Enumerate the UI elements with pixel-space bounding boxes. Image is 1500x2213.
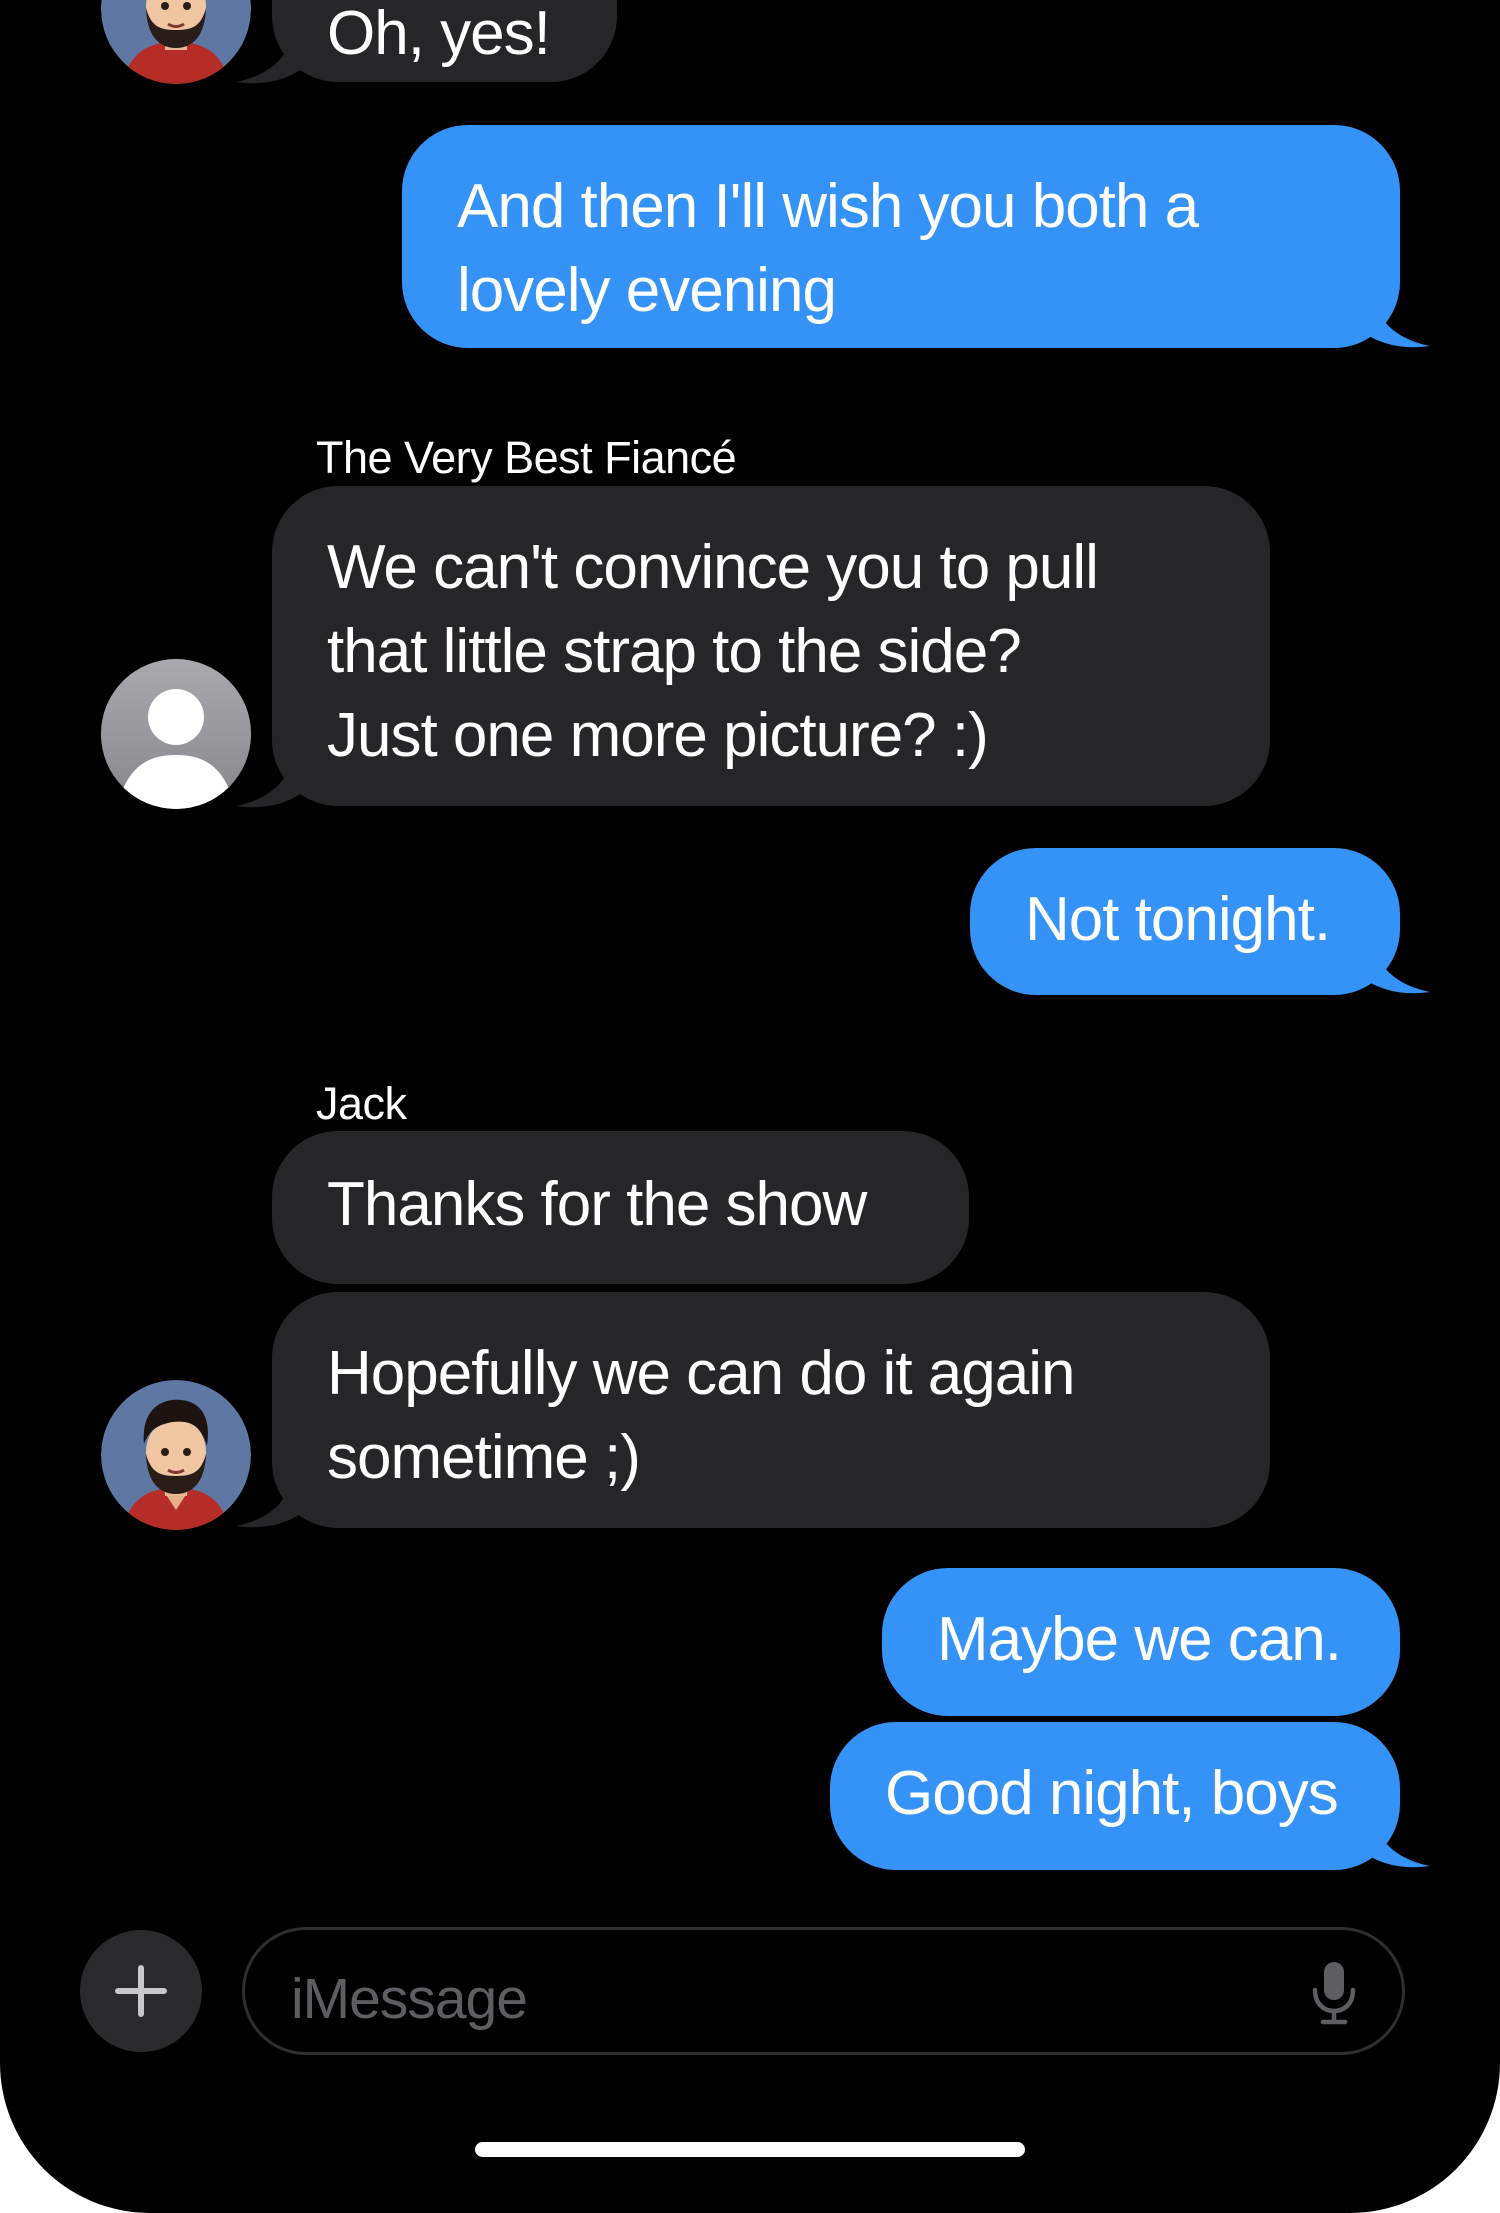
- memoji-avatar-icon: [101, 0, 251, 84]
- sender-name: Jack: [316, 1078, 407, 1129]
- message-input-placeholder: iMessage: [291, 1967, 528, 2031]
- message-bubble-outgoing[interactable]: Not tonight.: [970, 848, 1400, 995]
- message-input[interactable]: iMessage: [242, 1927, 1405, 2055]
- home-indicator[interactable]: [475, 2142, 1025, 2157]
- message-bubble-incoming[interactable]: Thanks for the show: [272, 1131, 969, 1284]
- avatar-placeholder[interactable]: [101, 659, 251, 809]
- add-attachment-button[interactable]: [80, 1930, 202, 2052]
- message-bubble-outgoing[interactable]: Maybe we can.: [882, 1568, 1400, 1716]
- person-silhouette-icon: [101, 659, 251, 809]
- avatar-jack[interactable]: [101, 1380, 251, 1530]
- memoji-avatar-icon: [101, 1380, 251, 1530]
- avatar-jack[interactable]: [101, 0, 251, 84]
- message-bubble-incoming[interactable]: We can't convince you to pull that littl…: [272, 486, 1270, 806]
- sender-name: The Very Best Fiancé: [316, 432, 737, 483]
- message-bubble-incoming[interactable]: Hopefully we can do it again sometime ;): [272, 1292, 1270, 1528]
- messages-screen: Oh, yes! And then I'll wish you both a l…: [0, 0, 1500, 2213]
- message-bubble-outgoing[interactable]: Good night, boys: [830, 1722, 1400, 1870]
- microphone-icon[interactable]: [1310, 1960, 1358, 2026]
- plus-icon: [115, 1965, 167, 2017]
- message-bubble-incoming[interactable]: Oh, yes!: [272, 0, 617, 82]
- message-bubble-outgoing[interactable]: And then I'll wish you both a lovely eve…: [402, 125, 1400, 348]
